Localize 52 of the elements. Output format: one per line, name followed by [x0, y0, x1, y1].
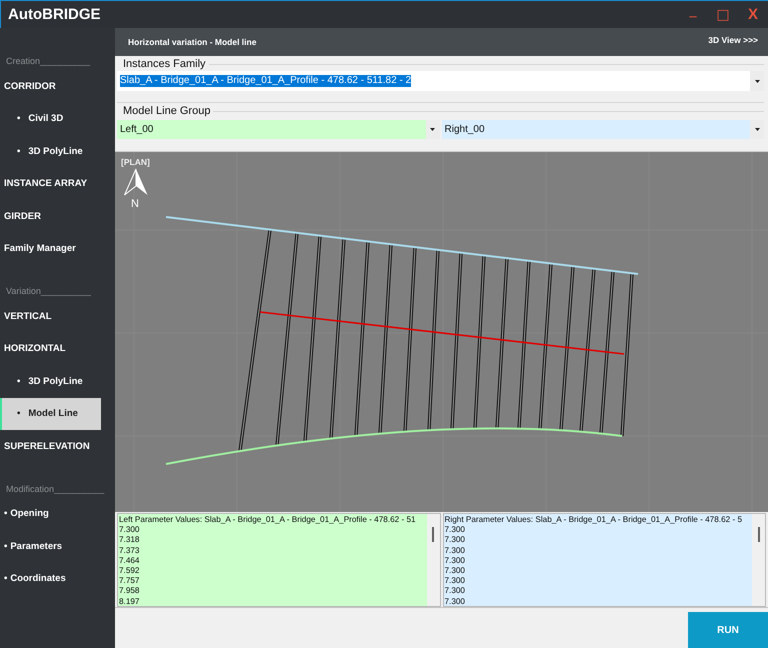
sidebar-item[interactable]: • Coordinates — [0, 562, 101, 595]
list-value: 7.373 — [119, 546, 140, 556]
sidebar-item[interactable]: GIRDER — [0, 200, 101, 232]
group-label: Model Line Group — [122, 105, 212, 117]
list-value: 8.197 — [119, 596, 140, 607]
list-value: 7.300 — [444, 566, 466, 576]
north-label: N — [131, 198, 139, 210]
sidebar-item[interactable]: • 3D PolyLine — [0, 365, 101, 398]
caret-icon — [754, 80, 760, 82]
sidebar-item[interactable]: HORIZONTAL — [0, 332, 101, 365]
sidebar-item[interactable]: Family Manager — [0, 232, 101, 265]
list-value: 7.300 — [444, 596, 466, 607]
list-value: 7.464 — [119, 556, 140, 566]
list-value: 7.300 — [444, 525, 466, 536]
list-value: 7.318 — [119, 535, 140, 546]
north-arrow-icon — [124, 168, 148, 196]
list-value: 7.300 — [444, 535, 466, 546]
sidebar-item[interactable]: • Parameters — [0, 530, 101, 562]
selected-text: Slab_A - Bridge_01_A - Bridge_01_A_Profile - 478.62 - 511.82 - 2 — [120, 75, 412, 87]
list-value: 7.300 — [119, 525, 140, 536]
line-group-dropdown[interactable]: Left_00 — [117, 120, 440, 139]
plan-label: [PLAN] — [121, 157, 150, 167]
sidebar-item[interactable]: • Model Line — [0, 398, 101, 430]
sidebar-item[interactable]: CORRIDOR — [0, 70, 101, 102]
section-heading: Variation__________ — [5, 285, 92, 298]
list-header: Left Parameter Values: Slab_A - Bridge_01_A - Bridge_01_A_Profile - 478.62 - 51 — [119, 515, 417, 526]
list-header: Right Parameter Values: Slab_A - Bridge_01_A - Bridge_01_A_Profile - 478.62 - 5 — [444, 515, 744, 526]
list-value: 7.300 — [444, 586, 466, 597]
sidebar-item[interactable]: SUPERELEVATION — [0, 430, 101, 462]
family-dropdown[interactable]: Slab_A - Bridge_01_A - Bridge_01_A_Profile - 478.62 - 511.82 - 2 — [117, 71, 764, 91]
panel-title: Horizontal variation - Model line — [128, 37, 256, 47]
line-group-dropdown[interactable]: Right_00 — [442, 120, 764, 139]
scrollbar[interactable] — [752, 514, 765, 606]
list-value: 7.300 — [444, 576, 466, 586]
caret-icon — [430, 128, 435, 131]
sidebar-item[interactable]: • 3D PolyLine — [0, 135, 101, 168]
list-value: 7.592 — [119, 566, 140, 576]
list-value: 7.958 — [119, 586, 140, 597]
scrollbar[interactable] — [426, 514, 440, 606]
section-heading: Modification__________ — [5, 482, 106, 496]
list-value: 7.300 — [444, 546, 466, 556]
caret-icon — [754, 128, 760, 131]
app-title: AutoBRIDGE — [8, 6, 100, 23]
sidebar-item[interactable]: • Civil 3D — [0, 102, 101, 135]
sidebar-item[interactable]: INSTANCE ARRAY — [0, 168, 101, 200]
sidebar-item[interactable]: VERTICAL — [0, 300, 101, 332]
section-heading: Creation__________ — [5, 55, 92, 68]
sidebar-item[interactable]: • Opening — [0, 498, 101, 530]
view-3d-link[interactable]: 3D View >>> — [708, 35, 758, 45]
group-label: Instances Family — [122, 58, 207, 70]
list-value: 7.300 — [444, 556, 466, 566]
list-value: 7.757 — [119, 576, 140, 586]
